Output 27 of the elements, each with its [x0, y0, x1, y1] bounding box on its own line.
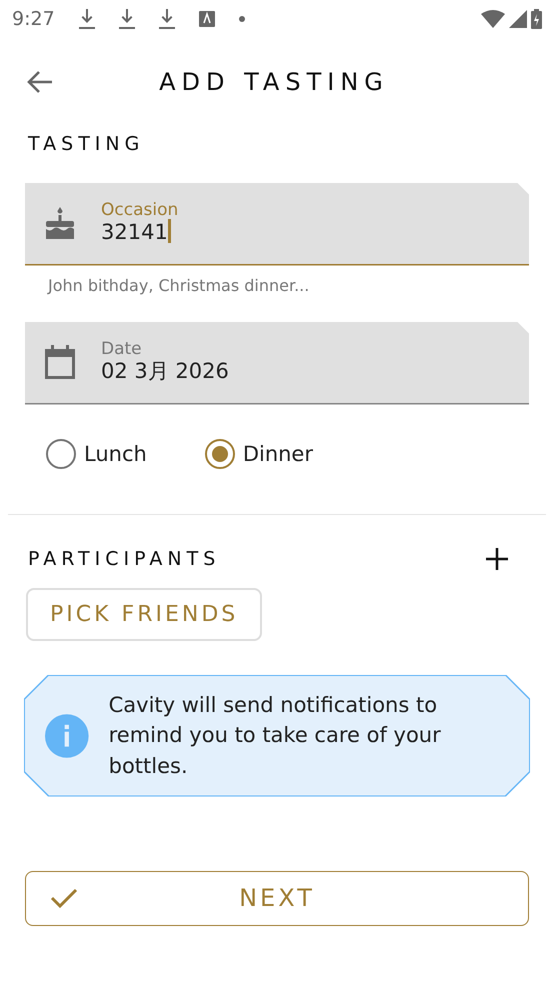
date-field[interactable]: Date 02 3月 2026 [25, 322, 529, 404]
radio-circle[interactable] [204, 439, 235, 470]
dot-icon [238, 16, 245, 22]
meal-radio[interactable]: Dinner [204, 438, 313, 470]
section-title: TASTING [27, 132, 146, 157]
pick-friends-button[interactable]: PICK FRIENDS [26, 588, 262, 640]
check-icon [50, 887, 78, 909]
add-icon[interactable] [486, 548, 508, 570]
occasion-field[interactable]: Occasion 32141 [25, 182, 529, 266]
helper-text: John bithday, Christmas dinner... [46, 274, 310, 296]
download-icon [118, 9, 135, 29]
calendar-icon [45, 345, 75, 379]
battery-icon [531, 9, 542, 29]
radio-circle[interactable] [46, 439, 76, 470]
section-title: PARTICIPANTS [28, 547, 220, 572]
screen-title: ADD TASTING [158, 67, 390, 98]
status-time: 9:27 [12, 6, 55, 32]
meal-radio[interactable]: Lunch [46, 438, 147, 470]
info-text: Cavity will send notifications to remind you to take care of your bottles. [108, 692, 442, 780]
signal-icon [509, 10, 527, 28]
download-icon [78, 9, 95, 29]
back-icon[interactable] [26, 70, 54, 94]
download-icon [158, 9, 175, 29]
wifi-icon [481, 10, 505, 28]
cake-icon [45, 207, 75, 239]
next-button[interactable]: NEXT [25, 870, 529, 926]
app-notification-icon [198, 11, 215, 27]
